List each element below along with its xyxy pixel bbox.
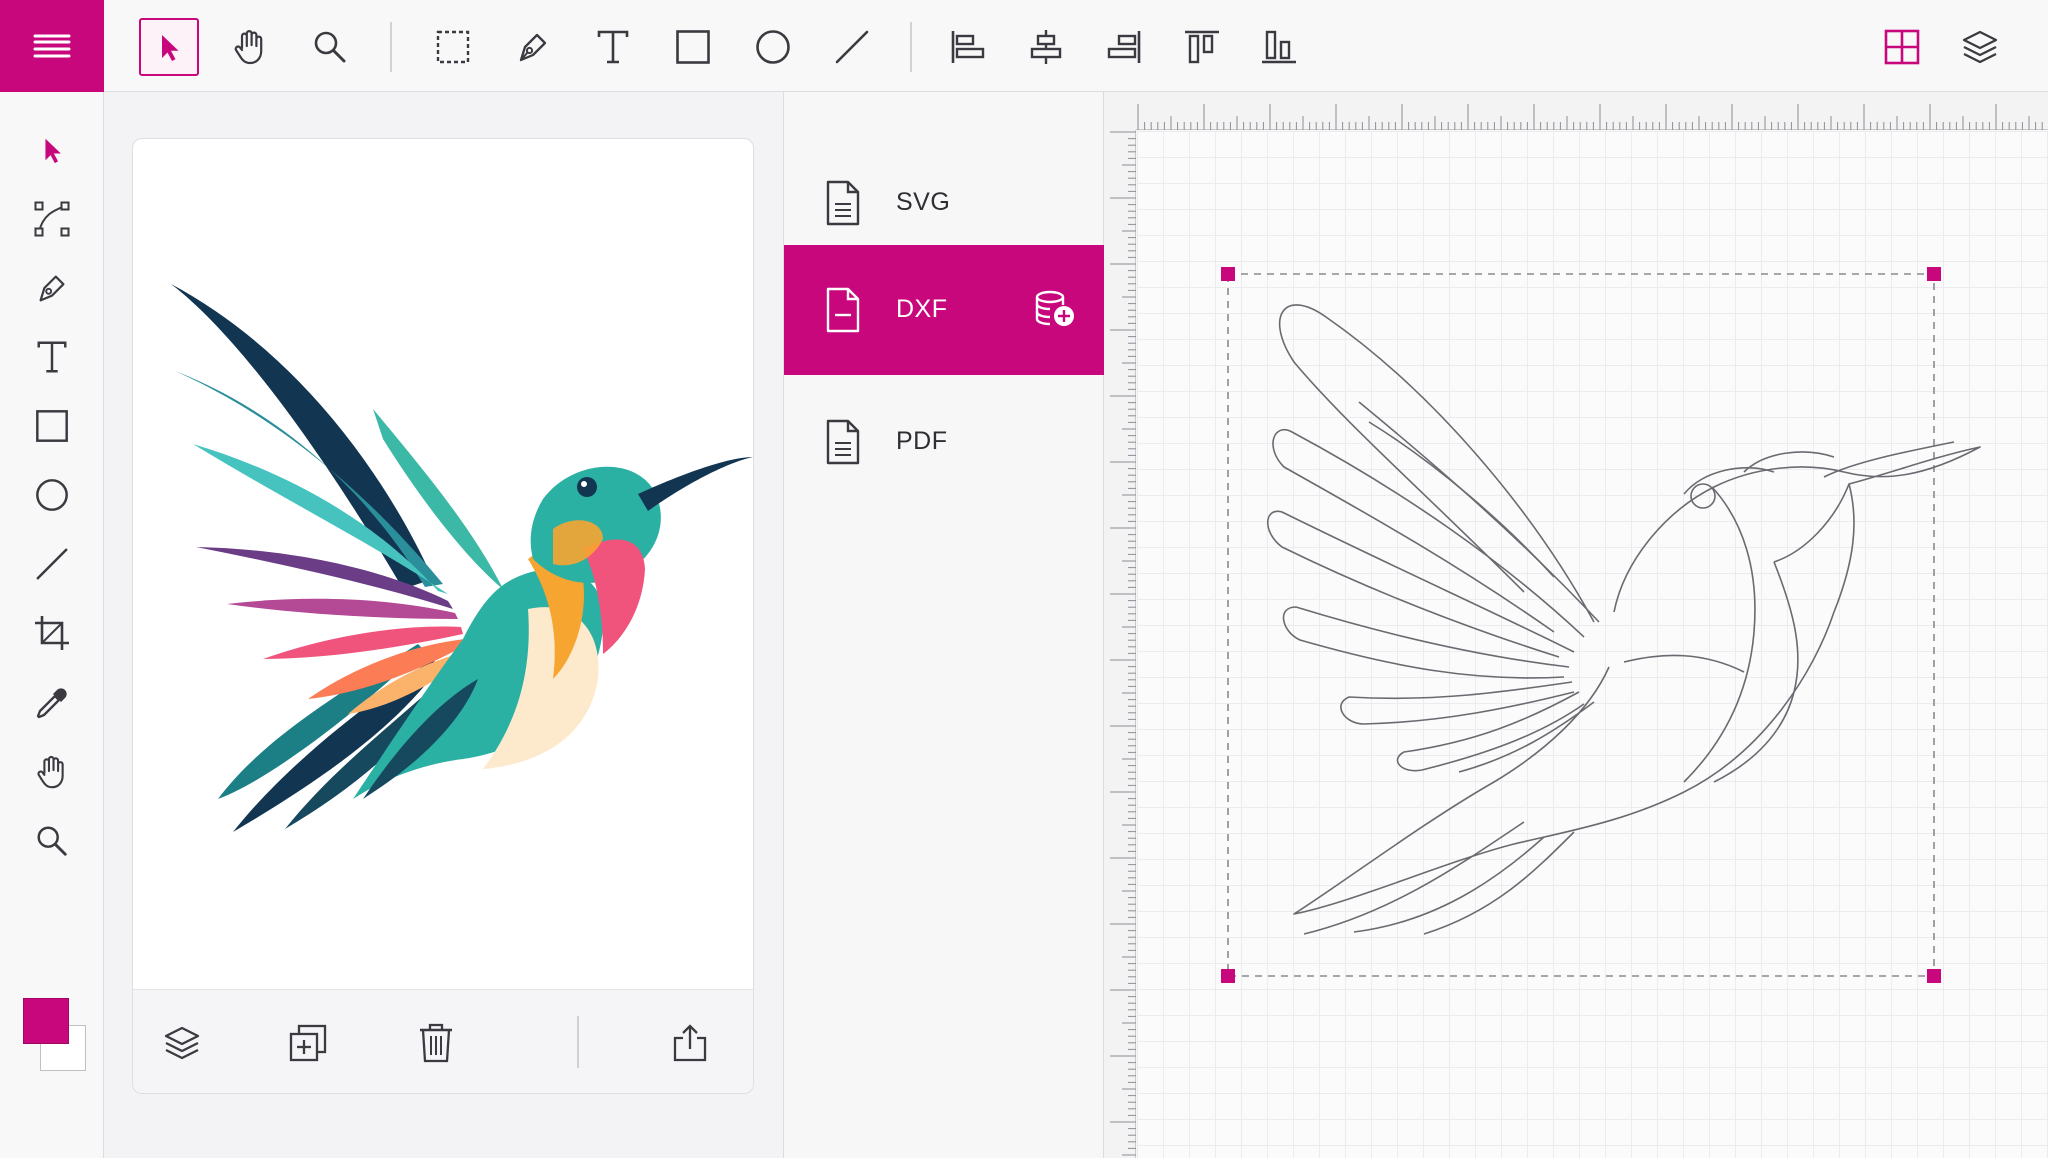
toolbar-divider — [910, 22, 912, 72]
pan-tool-button[interactable] — [220, 18, 280, 76]
pen-tool-button[interactable] — [503, 18, 563, 76]
layers-icon — [164, 1026, 200, 1060]
layers-button[interactable] — [153, 1014, 211, 1072]
align-top-button[interactable] — [1172, 18, 1232, 76]
pen-icon — [39, 275, 65, 302]
line-icon — [36, 548, 68, 580]
rectangle-tool-button[interactable] — [663, 18, 723, 76]
rail-line-button[interactable] — [22, 536, 82, 592]
format-label: DXF — [896, 295, 948, 323]
selection-handle — [1927, 267, 1941, 281]
rail-node-edit-button[interactable] — [22, 191, 82, 247]
vector-editor-app: SVG DXF PDF — [0, 0, 2048, 1158]
preview-panel — [104, 92, 784, 1158]
select-arrow-icon — [45, 138, 61, 164]
eyedropper-icon — [36, 688, 67, 719]
top-toolbar — [0, 0, 2048, 92]
align-right-button[interactable] — [1094, 18, 1154, 76]
rail-rectangle-button[interactable] — [22, 398, 82, 454]
align-right-icon — [1107, 31, 1141, 63]
format-option-dxf[interactable]: DXF — [784, 245, 1104, 375]
rail-eyedropper-button[interactable] — [22, 675, 82, 731]
menu-button[interactable] — [0, 0, 104, 92]
image-preview-card — [132, 138, 754, 1094]
grid-view-icon — [1884, 29, 1920, 65]
zoom-icon — [314, 31, 346, 63]
crop-icon — [35, 616, 69, 650]
align-bottom-icon — [1262, 30, 1296, 64]
grid-view-button[interactable] — [1872, 18, 1932, 76]
database-export-icon[interactable] — [1032, 288, 1080, 332]
selection-handle — [1221, 969, 1235, 983]
hummingbird-color-image[interactable] — [133, 139, 754, 989]
selection-handle — [1221, 267, 1235, 281]
hand-pan-icon — [37, 755, 64, 789]
preview-footer — [133, 989, 753, 1093]
layers-button[interactable] — [1950, 18, 2010, 76]
zoom-tool-button[interactable] — [300, 18, 360, 76]
hand-pan-icon — [234, 30, 263, 65]
ellipse-tool-button[interactable] — [743, 18, 803, 76]
marquee-tool-button[interactable] — [423, 18, 483, 76]
pen-icon — [519, 33, 547, 62]
align-top-icon — [1185, 30, 1219, 64]
align-left-button[interactable] — [938, 18, 998, 76]
node-edit-icon — [34, 201, 70, 237]
rail-zoom-button[interactable] — [22, 813, 82, 869]
export-format-list: SVG DXF PDF — [784, 92, 1104, 1158]
line-tool-button[interactable] — [822, 18, 882, 76]
drawing-canvas[interactable] — [1104, 92, 2048, 1158]
delete-button[interactable] — [407, 1014, 465, 1072]
select-tool-button[interactable] — [139, 18, 199, 76]
rail-text-button[interactable] — [22, 329, 82, 385]
align-bottom-button[interactable] — [1249, 18, 1309, 76]
export-share-icon — [673, 1024, 707, 1062]
marquee-select-icon — [436, 30, 470, 64]
text-icon — [37, 341, 67, 373]
hummingbird-outline-artwork[interactable] — [1104, 92, 2048, 1158]
rail-crop-button[interactable] — [22, 605, 82, 661]
layers-icon — [1962, 30, 1998, 64]
fill-color-swatch[interactable] — [23, 998, 69, 1044]
format-label: PDF — [896, 427, 948, 455]
rail-ellipse-button[interactable] — [22, 467, 82, 523]
format-option-pdf[interactable]: PDF — [784, 377, 1104, 507]
text-icon — [597, 30, 629, 64]
file-document-icon — [826, 180, 860, 226]
rectangle-icon — [676, 30, 710, 64]
align-left-icon — [951, 31, 985, 63]
line-icon — [835, 30, 869, 64]
file-document-icon — [826, 287, 860, 333]
duplicate-icon — [289, 1024, 327, 1062]
toolbar-divider — [390, 22, 392, 72]
align-center-icon — [1030, 30, 1062, 64]
text-tool-button[interactable] — [583, 18, 643, 76]
align-center-button[interactable] — [1016, 18, 1076, 76]
ellipse-icon — [756, 30, 790, 64]
rail-pan-button[interactable] — [22, 744, 82, 800]
format-label: SVG — [896, 188, 951, 216]
rectangle-icon — [36, 410, 68, 442]
select-arrow-icon — [162, 35, 179, 61]
selection-handle — [1927, 969, 1941, 983]
selection-bounding-box — [1227, 273, 1935, 977]
duplicate-button[interactable] — [279, 1014, 337, 1072]
export-button[interactable] — [661, 1014, 719, 1072]
footer-divider — [577, 1016, 579, 1068]
file-document-icon — [826, 419, 860, 465]
rail-pen-button[interactable] — [22, 260, 82, 316]
zoom-icon — [37, 826, 67, 856]
outline-strokes — [1267, 304, 1981, 935]
trash-icon — [420, 1023, 452, 1063]
ellipse-icon — [36, 479, 68, 511]
rail-select-button[interactable] — [22, 122, 82, 178]
menu-icon — [33, 34, 71, 58]
